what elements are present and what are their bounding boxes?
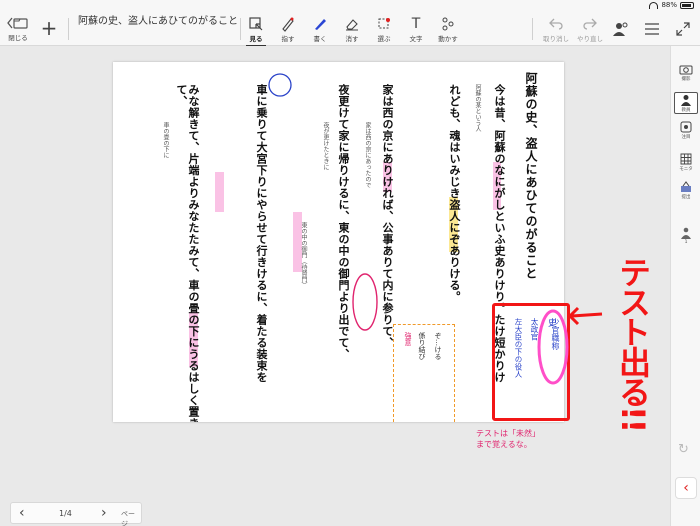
rail-submit[interactable]: 提出 <box>674 180 698 200</box>
circle-mark <box>352 273 378 331</box>
rail-monitor[interactable]: モニタ <box>674 152 698 172</box>
rail-label: 撮影 <box>681 77 691 82</box>
rail-label: 提出 <box>681 195 691 200</box>
chevron-left-icon: ‹ <box>683 480 689 496</box>
select-icon <box>248 15 264 33</box>
test-note: テスト出る!! <box>614 256 652 432</box>
tool-text-label: 文字 <box>409 35 423 43</box>
folder-back-icon <box>7 14 29 32</box>
text-icon: T <box>411 16 421 32</box>
arrow-mark <box>567 306 603 326</box>
camera-icon <box>679 62 693 76</box>
eraser-icon <box>344 15 360 33</box>
tool-erase[interactable]: 消す <box>338 15 366 43</box>
toolbar-divider <box>532 18 533 40</box>
users-icon[interactable] <box>612 20 630 38</box>
tool-write[interactable]: 書く <box>306 15 334 43</box>
battery-percent: 88% <box>661 1 677 9</box>
expand-icon[interactable] <box>674 20 692 38</box>
redo-button[interactable]: やり直し <box>572 15 608 43</box>
handwritten-note: テストは「未然」まで覚えるな。 <box>476 429 540 449</box>
pointer-pen-icon <box>280 15 296 33</box>
page-label: ページ <box>121 510 135 526</box>
gloss: 阿蘇の某という人 <box>474 84 481 132</box>
person-icon <box>679 226 693 240</box>
undo-button[interactable]: 取り消し <box>538 15 574 43</box>
pen-icon <box>312 15 328 33</box>
rail-attention[interactable]: 注目 <box>674 120 698 140</box>
teacher-icon <box>679 93 693 107</box>
battery-fill <box>682 3 691 7</box>
tool-move-label: 動かす <box>438 35 458 43</box>
tool-write-label: 書く <box>313 35 327 43</box>
text-line: 車に乗りて大宮下りにやらせて行きけるに、着たる装束を <box>255 84 268 383</box>
tool-move[interactable]: 動かす <box>434 15 462 43</box>
collapse-panel-button[interactable]: ‹ <box>675 477 697 499</box>
circle-mark <box>268 73 292 97</box>
menu-icon[interactable] <box>643 20 661 38</box>
close-label: 閉じる <box>8 34 28 42</box>
tool-view-label: 見る <box>249 35 263 43</box>
lasso-icon <box>376 15 392 33</box>
toolbar-divider <box>68 18 69 40</box>
rail-camera[interactable]: 撮影 <box>674 62 698 82</box>
undo-label: 取り消し <box>543 35 569 43</box>
text-line: 夜更けて家に帰りけるに、東の中の御門より出でて、 <box>337 84 350 360</box>
rail-label: 注目 <box>681 135 691 140</box>
gloss: 夜が更けたときに <box>322 122 329 170</box>
status-bar: 88% <box>0 0 700 12</box>
doc-heading: 阿蘇の史、盗人にあひてのがること <box>524 72 538 280</box>
battery-icon <box>680 1 694 9</box>
redo-icon <box>582 15 598 33</box>
document-title: 阿蘇の史、盗人にあひてのがること <box>78 16 238 27</box>
dashed-note-line: 係り結び <box>418 332 426 360</box>
submit-icon <box>679 180 693 194</box>
next-page-button[interactable]: › <box>101 505 107 521</box>
red-box-text: 左大臣の下の役人 <box>514 318 523 378</box>
rail-label: 1 <box>684 240 688 245</box>
undo-icon <box>548 15 564 33</box>
rotate-icon[interactable]: ↻ <box>678 442 694 458</box>
box-label: 少官職称 <box>551 318 560 350</box>
close-button[interactable]: 閉じる <box>4 14 32 42</box>
toolbar: 閉じる + 阿蘇の史、盗人にあひてのがること 見る 指す 書く 消す 選ぶ T … <box>0 12 700 47</box>
tool-select-label: 選ぶ <box>377 35 391 43</box>
text-line: て、 <box>175 84 188 107</box>
redo-label: やり直し <box>577 35 603 43</box>
text-line: みな解きて、片端よりみなたたみて、車の畳の下にうるはしく置き <box>187 84 200 422</box>
attention-icon <box>679 120 693 134</box>
rail-label: モニタ <box>679 167 693 172</box>
tool-erase-label: 消す <box>345 35 359 43</box>
dashed-note-line: ぞ…ける <box>434 332 442 360</box>
prev-page-button[interactable]: ‹ <box>19 505 25 521</box>
status-right: 88% <box>649 1 694 9</box>
text-line: 家は西の京にありければ、公事ありて内に参りて、 <box>381 84 394 349</box>
tool-view[interactable]: 見る <box>242 15 270 47</box>
wifi-icon <box>649 1 659 9</box>
tool-point-label: 指す <box>281 35 295 43</box>
tool-text[interactable]: T 文字 <box>402 15 430 43</box>
monitor-grid-icon <box>679 152 693 166</box>
plus-icon: + <box>40 16 58 40</box>
page-indicator: 1/4 <box>59 509 72 518</box>
highlight <box>215 172 224 212</box>
rail-teacher[interactable]: 教員 <box>674 92 698 114</box>
dashed-note-line: 強意 <box>404 332 412 346</box>
gloss: 車の畳の下に <box>162 122 169 158</box>
gloss: 東の中の御門（待賢門） <box>300 222 307 288</box>
rail-person[interactable]: 1 <box>674 226 698 245</box>
page-navigator: ‹ 1/4 › ページ <box>10 502 142 526</box>
tool-select[interactable]: 選ぶ <box>370 15 398 43</box>
text-line: れども、魂はいみじき盗人にぞありける。 <box>448 84 461 303</box>
rail-label: 教員 <box>681 108 691 113</box>
move-icon <box>440 15 456 33</box>
gloss: 家は西の京にあったので <box>364 122 371 188</box>
add-page-button[interactable]: + <box>38 14 60 42</box>
toolbar-divider <box>240 18 241 40</box>
tool-point[interactable]: 指す <box>274 15 302 43</box>
